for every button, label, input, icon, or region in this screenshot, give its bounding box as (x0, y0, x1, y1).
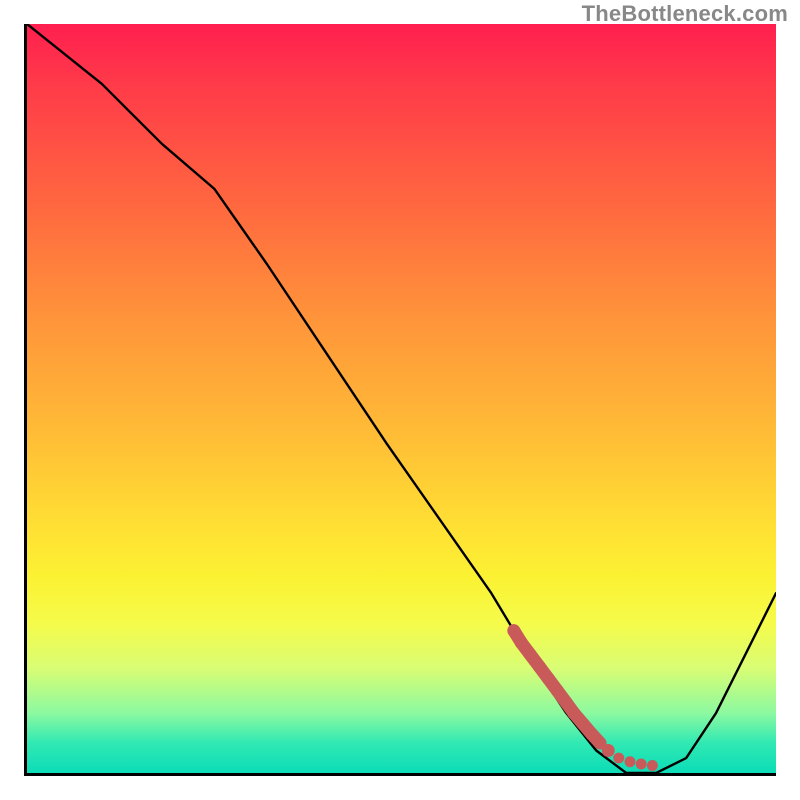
highlight-dot (647, 760, 658, 771)
highlight-dot (576, 717, 589, 730)
highlight-dot (567, 707, 580, 720)
highlight-dot (636, 759, 647, 770)
highlight-segment (507, 624, 657, 771)
bottleneck-curve (27, 24, 776, 773)
highlight-dot (542, 672, 555, 685)
plot-area (24, 24, 776, 776)
chart-lines-layer (27, 24, 776, 773)
highlight-dot (613, 753, 624, 764)
highlight-dot (625, 756, 636, 767)
watermark-text: TheBottleneck.com (582, 3, 788, 25)
chart-frame: TheBottleneck.com (0, 0, 800, 800)
highlight-dot (560, 696, 573, 709)
highlight-dot (533, 660, 546, 673)
highlight-dot (551, 684, 564, 697)
highlight-dot (524, 648, 537, 661)
highlight-dot (602, 744, 615, 757)
highlight-dot (507, 624, 520, 637)
highlight-dot (515, 636, 528, 649)
